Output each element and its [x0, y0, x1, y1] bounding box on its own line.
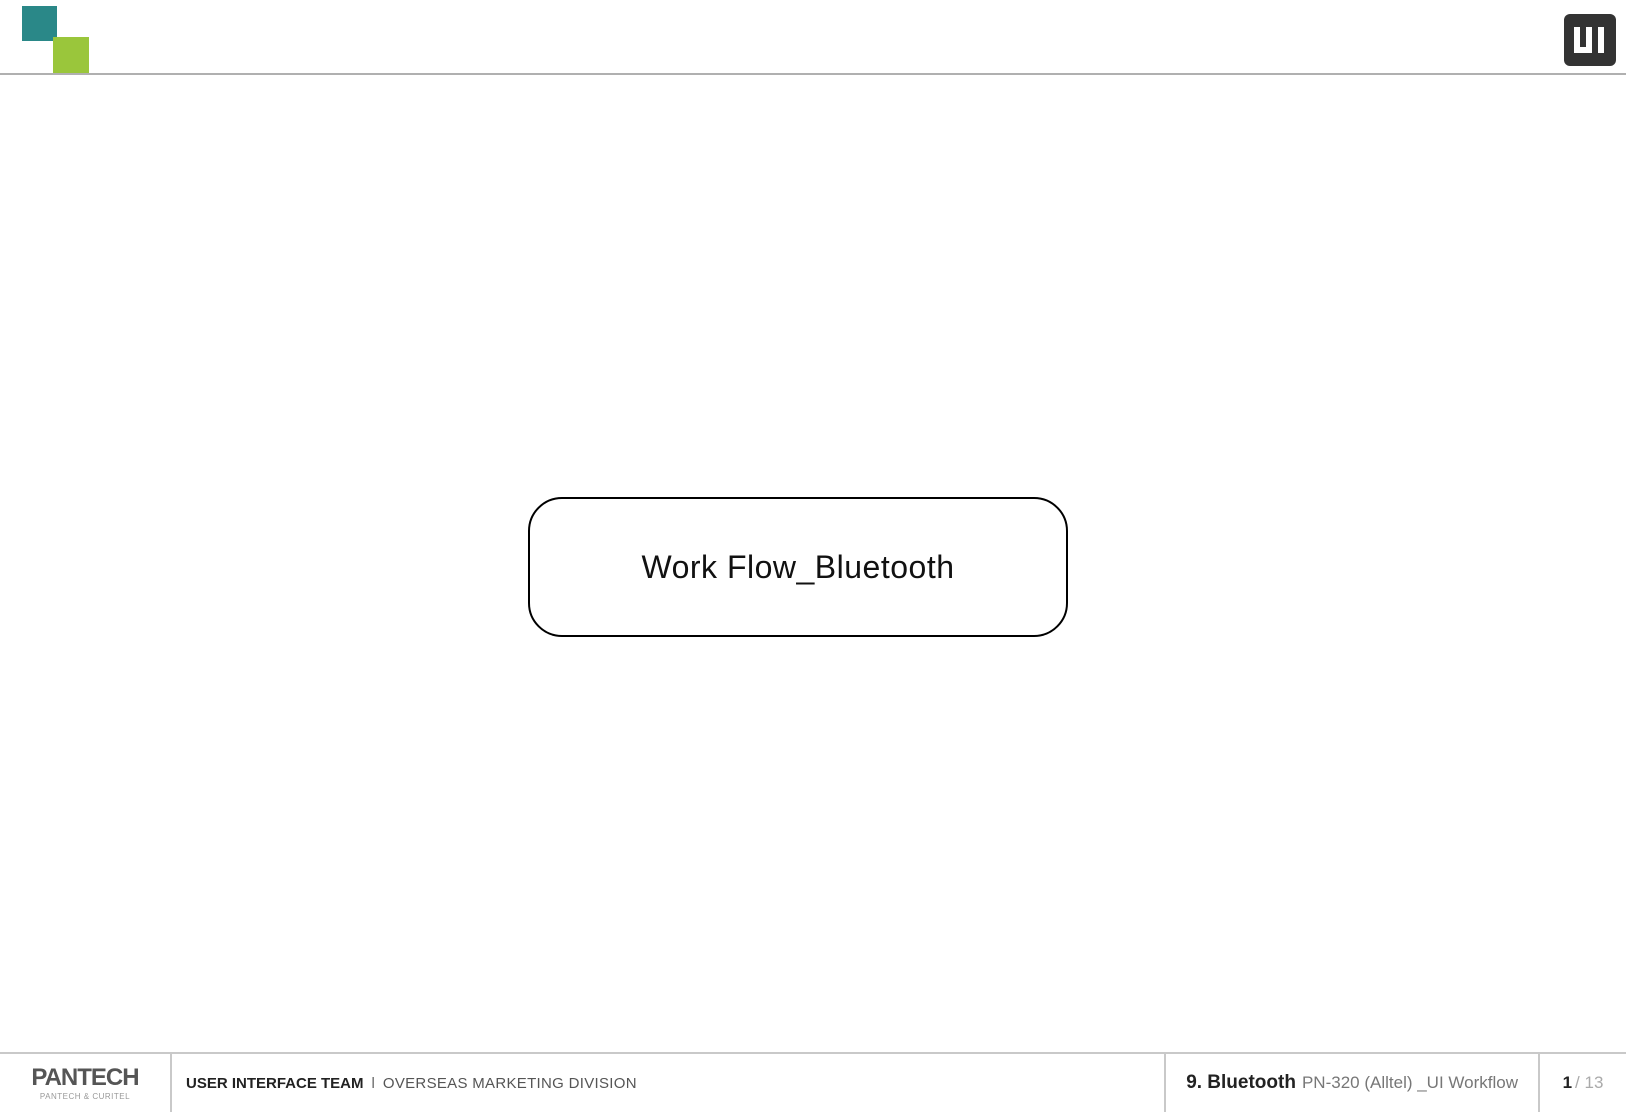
header-divider [0, 73, 1626, 75]
ui-badge-icon [1564, 14, 1616, 66]
team-division: OVERSEAS MARKETING DIVISION [383, 1075, 637, 1092]
document-title: Work Flow_Bluetooth [641, 549, 954, 586]
logo-square-teal [22, 6, 57, 41]
page-total: / 13 [1575, 1073, 1603, 1093]
section-subtitle: PN-320 (Alltel) _UI Workflow [1302, 1073, 1518, 1093]
footer-team-block: USER INTERFACE TEAM l OVERSEAS MARKETING… [172, 1054, 1164, 1112]
footer-logo: PANTECH PANTECH & CURITEL [0, 1054, 172, 1112]
footer-page-block: 1 / 13 [1538, 1054, 1626, 1112]
brand-wordmark: PANTECH [31, 1066, 138, 1090]
footer: PANTECH PANTECH & CURITEL USER INTERFACE… [0, 1054, 1626, 1112]
brand-subline: PANTECH & CURITEL [40, 1092, 130, 1101]
title-box: Work Flow_Bluetooth [528, 497, 1068, 637]
logo-square-green [53, 37, 89, 73]
section-number: 9. Bluetooth [1186, 1072, 1296, 1094]
team-separator: l [372, 1075, 375, 1092]
team-name: USER INTERFACE TEAM [186, 1075, 364, 1092]
header-logo-squares [22, 6, 92, 73]
footer-section-block: 9. Bluetooth PN-320 (Alltel) _UI Workflo… [1164, 1054, 1538, 1112]
page-current: 1 [1563, 1073, 1572, 1093]
